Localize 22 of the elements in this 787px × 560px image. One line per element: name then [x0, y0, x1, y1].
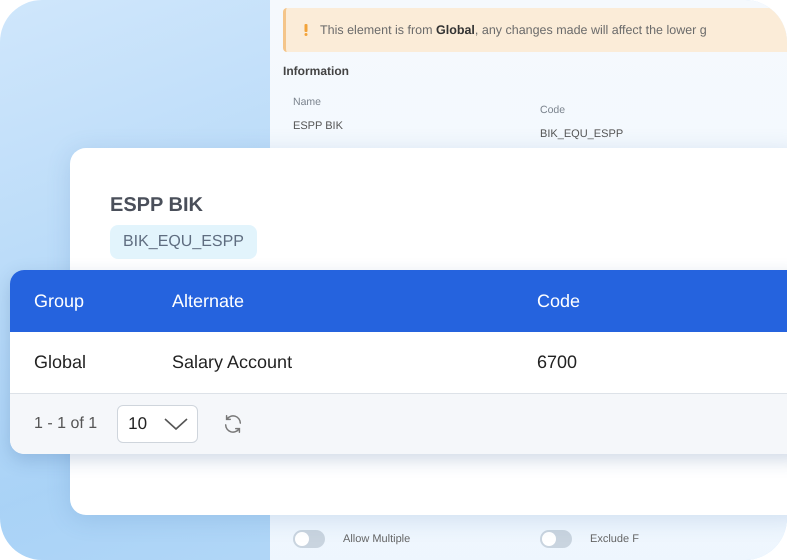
column-header: Code — [537, 290, 582, 312]
field-value: ESPP BIK — [293, 120, 344, 132]
toggle-label: Allow Multiple — [343, 533, 410, 545]
warning-icon — [304, 24, 308, 36]
card-title: ESPP BIK — [110, 194, 203, 217]
table-cell-text: 6700 — [537, 352, 578, 373]
field-value: BIK_EQU_ESPP — [540, 128, 624, 140]
table-cell-text: Global — [34, 352, 88, 373]
section-title: Information — [283, 64, 350, 78]
table-cell-text: Salary Account — [172, 352, 294, 373]
column-header: Alternate — [172, 290, 246, 312]
toggle-switch[interactable] — [293, 530, 325, 548]
chevron-down-icon — [163, 416, 190, 432]
toggle-label: Exclude F — [590, 533, 639, 545]
field-label: Code — [540, 104, 566, 116]
toggle-switch[interactable] — [540, 530, 572, 548]
column-header: Group — [34, 290, 86, 312]
page-size-select[interactable]: 10 — [117, 405, 198, 443]
field-label: Name — [293, 96, 322, 108]
page-range: 1 - 1 of 1 — [34, 415, 98, 433]
warning-text: This element is from Global, any changes made will affect the lower g — [320, 23, 707, 37]
code-tag: BIK_EQU_ESPP — [110, 225, 257, 259]
